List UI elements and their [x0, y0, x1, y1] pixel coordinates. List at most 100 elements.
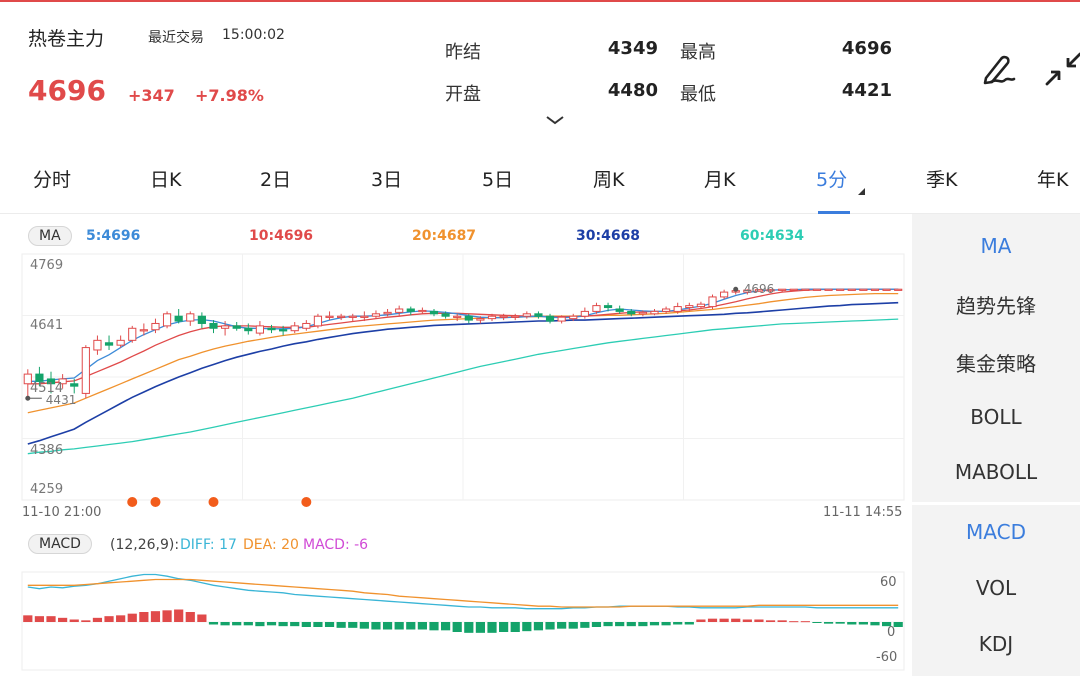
- macd-histogram-bar: [568, 622, 578, 629]
- draw-pen-icon[interactable]: [977, 48, 1019, 90]
- macd-histogram-bar: [359, 622, 369, 629]
- macd-histogram-bar: [557, 622, 567, 629]
- macd-histogram-bar: [464, 622, 474, 633]
- macd-histogram-bar: [220, 622, 230, 626]
- tab-5-day[interactable]: 5日: [482, 165, 513, 192]
- signal-dot: [150, 497, 161, 507]
- menu-boll[interactable]: BOLL: [912, 405, 1080, 429]
- prev-settle-value: 4349: [607, 38, 658, 59]
- tab-quarterly-k[interactable]: 季K: [926, 165, 957, 192]
- candle-body: [406, 308, 415, 312]
- macd-histogram-bar: [615, 622, 625, 627]
- macd-histogram-bar: [162, 610, 172, 622]
- tab-3-day[interactable]: 3日: [371, 165, 402, 192]
- candle-body: [395, 308, 404, 313]
- macd-diff-value: DIFF: 17: [180, 537, 237, 553]
- low-marker: [25, 395, 31, 401]
- expand-chevron-icon[interactable]: [544, 114, 566, 126]
- macd-histogram-bar: [197, 614, 207, 622]
- recent-trade-label: 最近交易: [148, 30, 204, 46]
- macd-histogram-bar: [243, 622, 253, 626]
- candle-body: [209, 322, 218, 329]
- candle-body: [812, 288, 822, 291]
- menu-kdj[interactable]: KDJ: [912, 632, 1080, 656]
- menu-trend-pioneer[interactable]: 趋势先锋: [912, 290, 1080, 319]
- tab-daily-k[interactable]: 日K: [150, 165, 181, 192]
- time-axis-end: 11-11 14:55: [823, 505, 903, 520]
- macd-axis-label: 60: [880, 575, 897, 590]
- candle-body: [650, 310, 659, 315]
- candle-body: [580, 310, 589, 317]
- candle-body: [255, 325, 265, 334]
- macd-histogram-bar: [823, 622, 834, 624]
- tab-2-day[interactable]: 2日: [260, 165, 291, 192]
- candle-body: [476, 318, 485, 321]
- candle-body: [70, 383, 79, 387]
- candle-body: [267, 327, 276, 331]
- signal-dot: [301, 497, 312, 507]
- candle-body: [279, 329, 288, 332]
- candle-body: [383, 311, 392, 315]
- tab-dropdown-triangle-icon[interactable]: [858, 188, 865, 195]
- candle-body: [824, 288, 833, 291]
- candle-body: [870, 288, 880, 291]
- macd-histogram-bar: [116, 615, 126, 622]
- macd-histogram-bar: [290, 622, 300, 627]
- shrink-screen-icon[interactable]: [1043, 48, 1080, 90]
- candle-body: [220, 325, 230, 329]
- candle-body: [696, 303, 706, 308]
- candle-body: [708, 296, 717, 308]
- macd-histogram-bar: [510, 622, 520, 632]
- candle-body: [789, 288, 798, 291]
- candle-body: [859, 288, 868, 291]
- tab-intraday[interactable]: 分时: [33, 165, 71, 192]
- macd-histogram-bar: [649, 622, 660, 626]
- menu-ma[interactable]: MA: [912, 234, 1080, 258]
- macd-histogram-bar: [742, 619, 752, 622]
- macd-histogram-bar: [81, 620, 91, 622]
- macd-histogram-bar: [313, 622, 323, 627]
- menu-vol[interactable]: VOL: [912, 576, 1080, 600]
- candle-body: [371, 313, 381, 317]
- macd-histogram-bar: [707, 618, 718, 622]
- macd-hist-value: MACD: -6: [303, 537, 369, 553]
- candle-body: [232, 325, 241, 329]
- high-label: 最高: [680, 42, 716, 63]
- macd-histogram-bar: [452, 622, 462, 632]
- signal-dot: [208, 497, 219, 507]
- candle-body: [603, 305, 613, 309]
- candle-body: [720, 291, 729, 298]
- menu-maboll[interactable]: MABOLL: [912, 460, 1080, 484]
- high-marker: [733, 286, 739, 292]
- candle-body: [673, 306, 682, 312]
- prev-settle-label: 昨结: [445, 42, 481, 63]
- macd-histogram-bar: [626, 622, 636, 627]
- macd-axis-label: -60: [876, 650, 898, 665]
- tab-5-min[interactable]: 5分: [816, 165, 847, 192]
- candle-body: [534, 313, 543, 317]
- price-axis-label: 4386: [30, 443, 64, 458]
- quote-header: 热卷主力 最近交易 15:00:02 4696 +347 +7.98% 昨结 4…: [0, 2, 1080, 152]
- tab-monthly-k[interactable]: 月K: [704, 165, 735, 192]
- macd-histogram-bar: [440, 622, 451, 631]
- macd-histogram-bar: [150, 611, 161, 622]
- macd-histogram-bar: [46, 616, 56, 622]
- macd-indicator-pill[interactable]: MACD: [28, 534, 92, 554]
- kline-chart-area[interactable]: MA 5:4696 10:4696 20:4687 30:4668 60:463…: [0, 214, 912, 676]
- macd-histogram-bar: [301, 622, 311, 627]
- candle-body: [464, 315, 473, 321]
- menu-gold-strategy[interactable]: 集金策略: [912, 348, 1080, 377]
- tab-yearly-k[interactable]: 年K: [1037, 165, 1068, 192]
- high-annotation: 4696: [744, 282, 775, 296]
- macd-params: (12,26,9):: [110, 537, 180, 553]
- candle-body: [302, 322, 311, 329]
- menu-macd[interactable]: MACD: [912, 520, 1080, 544]
- price-axis-label: 4259: [30, 482, 64, 497]
- macd-histogram-bar: [487, 622, 497, 633]
- macd-histogram-bar: [545, 622, 555, 630]
- macd-histogram-bar: [324, 622, 335, 627]
- macd-histogram-bar: [858, 622, 868, 625]
- tab-weekly-k[interactable]: 周K: [593, 165, 624, 192]
- macd-histogram-bar: [266, 622, 277, 626]
- macd-dea-line: [27, 578, 899, 608]
